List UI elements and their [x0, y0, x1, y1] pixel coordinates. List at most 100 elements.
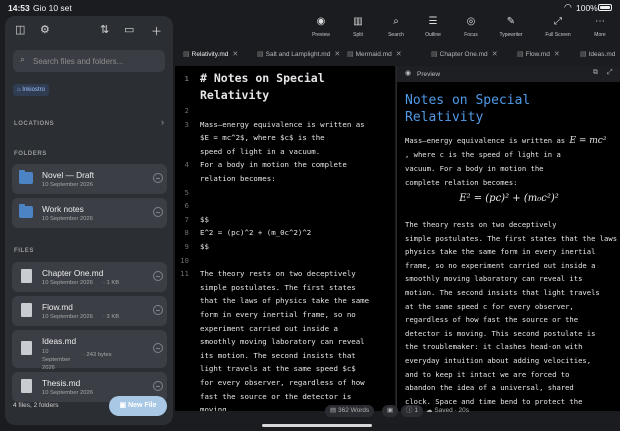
new-file-button[interactable]: ▣ New File: [109, 396, 167, 416]
saved-status: ☁ Saved · 20s: [426, 407, 469, 414]
chevron-right-icon[interactable]: ›: [161, 117, 164, 127]
folder-item[interactable]: Work notes 10 September 2026: [12, 198, 167, 228]
info-icon: ⓘ: [406, 407, 413, 414]
word-count-icon: ▤: [330, 407, 337, 414]
more-options-icon[interactable]: [153, 381, 163, 391]
preview-text-line: everyday intuition about adding velociti…: [405, 356, 592, 365]
tab-chapter-one[interactable]: ▤ Chapter One.md ✕: [431, 50, 498, 62]
display-formula: E² = (pc)² + (m₀c²)²: [459, 193, 559, 204]
status-time: 14:53: [8, 3, 30, 13]
more-options-icon[interactable]: [153, 207, 163, 217]
tab-mermaid[interactable]: ▤ Mermaid.md ✕: [347, 50, 402, 62]
share-icon[interactable]: ⧉: [593, 69, 598, 77]
line-number: 1: [184, 74, 189, 83]
typewriter-icon: ✎: [506, 16, 516, 27]
preview-text-line: physics take the same form in every iner…: [405, 247, 596, 257]
close-icon[interactable]: ✕: [396, 51, 402, 58]
close-icon[interactable]: ✕: [334, 51, 340, 58]
preview-text-line: and to keep it intact we are forced to: [405, 369, 570, 379]
tab-salt-and-lamplight[interactable]: ▤ Salt and Lamplight.md ✕: [257, 50, 340, 62]
line-text: that the laws of physics take the same: [200, 296, 370, 306]
eye-icon: ◉: [405, 70, 412, 77]
top-toolbar: ◉ Preview ▥ Split ⌕ Search ☰ Outline ◎ F…: [302, 16, 620, 40]
line-text: fast the source or the detector is: [200, 391, 352, 401]
locations-heading[interactable]: LOCATIONS: [14, 121, 54, 127]
count-badge[interactable]: ⓘ 1: [401, 405, 423, 417]
line-text: Relativity: [200, 88, 270, 102]
line-text: for every observer, regardless of how: [200, 378, 365, 387]
fullscreen-button[interactable]: ⤢ Full Screen: [540, 16, 576, 40]
tab-flow[interactable]: ▤ Flow.md ✕: [517, 50, 560, 62]
more-options-icon[interactable]: [153, 305, 163, 315]
preview-text-line: the troublemaker: it clashes head-on wit…: [405, 342, 583, 352]
focus-button[interactable]: ◎ Focus: [453, 16, 489, 40]
document-icon: [21, 379, 32, 393]
preview-text-line: abandon the idea of a universal, shared: [405, 383, 574, 393]
layout-icon[interactable]: ▭: [124, 23, 134, 36]
typewriter-button[interactable]: ✎ Typewriter: [493, 16, 529, 40]
more-button[interactable]: ⋯ More: [582, 16, 618, 40]
word-count-badge[interactable]: ▤ 362 Words: [325, 405, 375, 417]
more-icon: ⋯: [595, 16, 605, 27]
battery-icon: [598, 4, 612, 11]
search-input[interactable]: [33, 54, 161, 68]
more-options-icon[interactable]: [153, 173, 163, 183]
files-heading: FILES: [14, 248, 35, 254]
close-icon[interactable]: ✕: [554, 51, 560, 58]
preview-text-line: smoothly moving laboratory can reveal it…: [405, 274, 583, 284]
search-icon: ⌕: [20, 54, 26, 64]
vault-tag[interactable]: ⌂ Inkiostro: [13, 84, 49, 96]
expand-icon[interactable]: ⤢: [607, 69, 613, 77]
search-field[interactable]: ⌕: [13, 50, 165, 72]
preview-title: Notes on Special Relativity: [405, 93, 531, 125]
preview-text-line: frame, so no experiment carried out insi…: [405, 260, 596, 270]
fullscreen-icon: ⤢: [554, 16, 562, 27]
outline-button[interactable]: ☰ Outline: [415, 16, 451, 40]
folder-item[interactable]: Novel — Draft 10 September 2026: [12, 164, 167, 194]
close-icon[interactable]: ✕: [232, 51, 238, 58]
preview-button[interactable]: ◉ Preview: [303, 16, 339, 40]
folders-heading: FOLDERS: [14, 151, 47, 157]
close-icon[interactable]: ✕: [492, 51, 498, 58]
archive-badge[interactable]: ▣: [382, 405, 399, 417]
add-icon[interactable]: ＋: [151, 23, 162, 39]
gear-icon[interactable]: ⚙: [40, 23, 50, 36]
markdown-editor[interactable]: 1 # Notes on Special Relativity 2 3 Mass–ener…: [175, 66, 395, 411]
line-text: # Notes on Special: [200, 71, 325, 85]
sidebar-toggle-icon[interactable]: ◫: [15, 23, 25, 36]
preview-pane: ◉ Preview ⧉ ⤢ Notes on Special Relativit…: [396, 66, 620, 411]
tab-ideas[interactable]: ▤ Ideas.md: [580, 50, 615, 62]
more-options-icon[interactable]: [153, 343, 163, 353]
sidebar-toolbar: ◫ ⚙ ⇅ ▭ ＋: [5, 23, 173, 39]
line-text: The theory rests on two deceptively: [200, 269, 356, 279]
tab-relativity[interactable]: ▤ Relativity.md ✕: [183, 50, 238, 62]
document-icon: ▤: [580, 51, 587, 58]
status-date: Gio 10 set: [33, 3, 72, 13]
line-text: relation becomes:: [200, 174, 276, 183]
document-icon: [21, 341, 32, 355]
file-item[interactable]: Chapter One.md 10 September 2026 · 1 KB: [12, 262, 167, 292]
line-number: 6: [184, 201, 189, 211]
search-button[interactable]: ⌕ Search: [378, 16, 414, 40]
preview-text-line: detector is moving. This second postulat…: [405, 328, 596, 338]
more-options-icon[interactable]: [153, 271, 163, 281]
line-text: $E = mc^2$, where $c$ is the: [200, 133, 325, 143]
document-icon: ▤: [347, 51, 354, 58]
eye-icon: ◉: [316, 16, 326, 27]
folder-icon: [19, 170, 33, 184]
file-item[interactable]: Ideas.md 10 September 2026 · 243 bytes: [12, 330, 167, 371]
document-icon: ▤: [183, 51, 190, 58]
sort-icon[interactable]: ⇅: [100, 23, 109, 36]
line-text: experiment carried out inside a: [200, 323, 338, 333]
preview-text-line: vacuum. For a body in motion the: [405, 164, 544, 173]
folder-icon: [19, 204, 33, 218]
line-number: 2: [184, 106, 189, 115]
preview-text-line: , where c is the speed of light in a: [405, 150, 561, 159]
tab-bar: ▤ Relativity.md ✕ ▤ Salt and Lamplight.md ✕ …: [175, 46, 620, 64]
split-button[interactable]: ▥ Split: [340, 16, 376, 40]
line-number: 10: [180, 255, 189, 265]
status-bar: 14:53 Gio 10 set ◠ 100%: [0, 0, 620, 16]
inline-formula: E = mc²: [569, 136, 607, 146]
line-text: $$: [200, 214, 209, 224]
file-item[interactable]: Flow.md 10 September 2026 · 3 KB: [12, 296, 167, 326]
